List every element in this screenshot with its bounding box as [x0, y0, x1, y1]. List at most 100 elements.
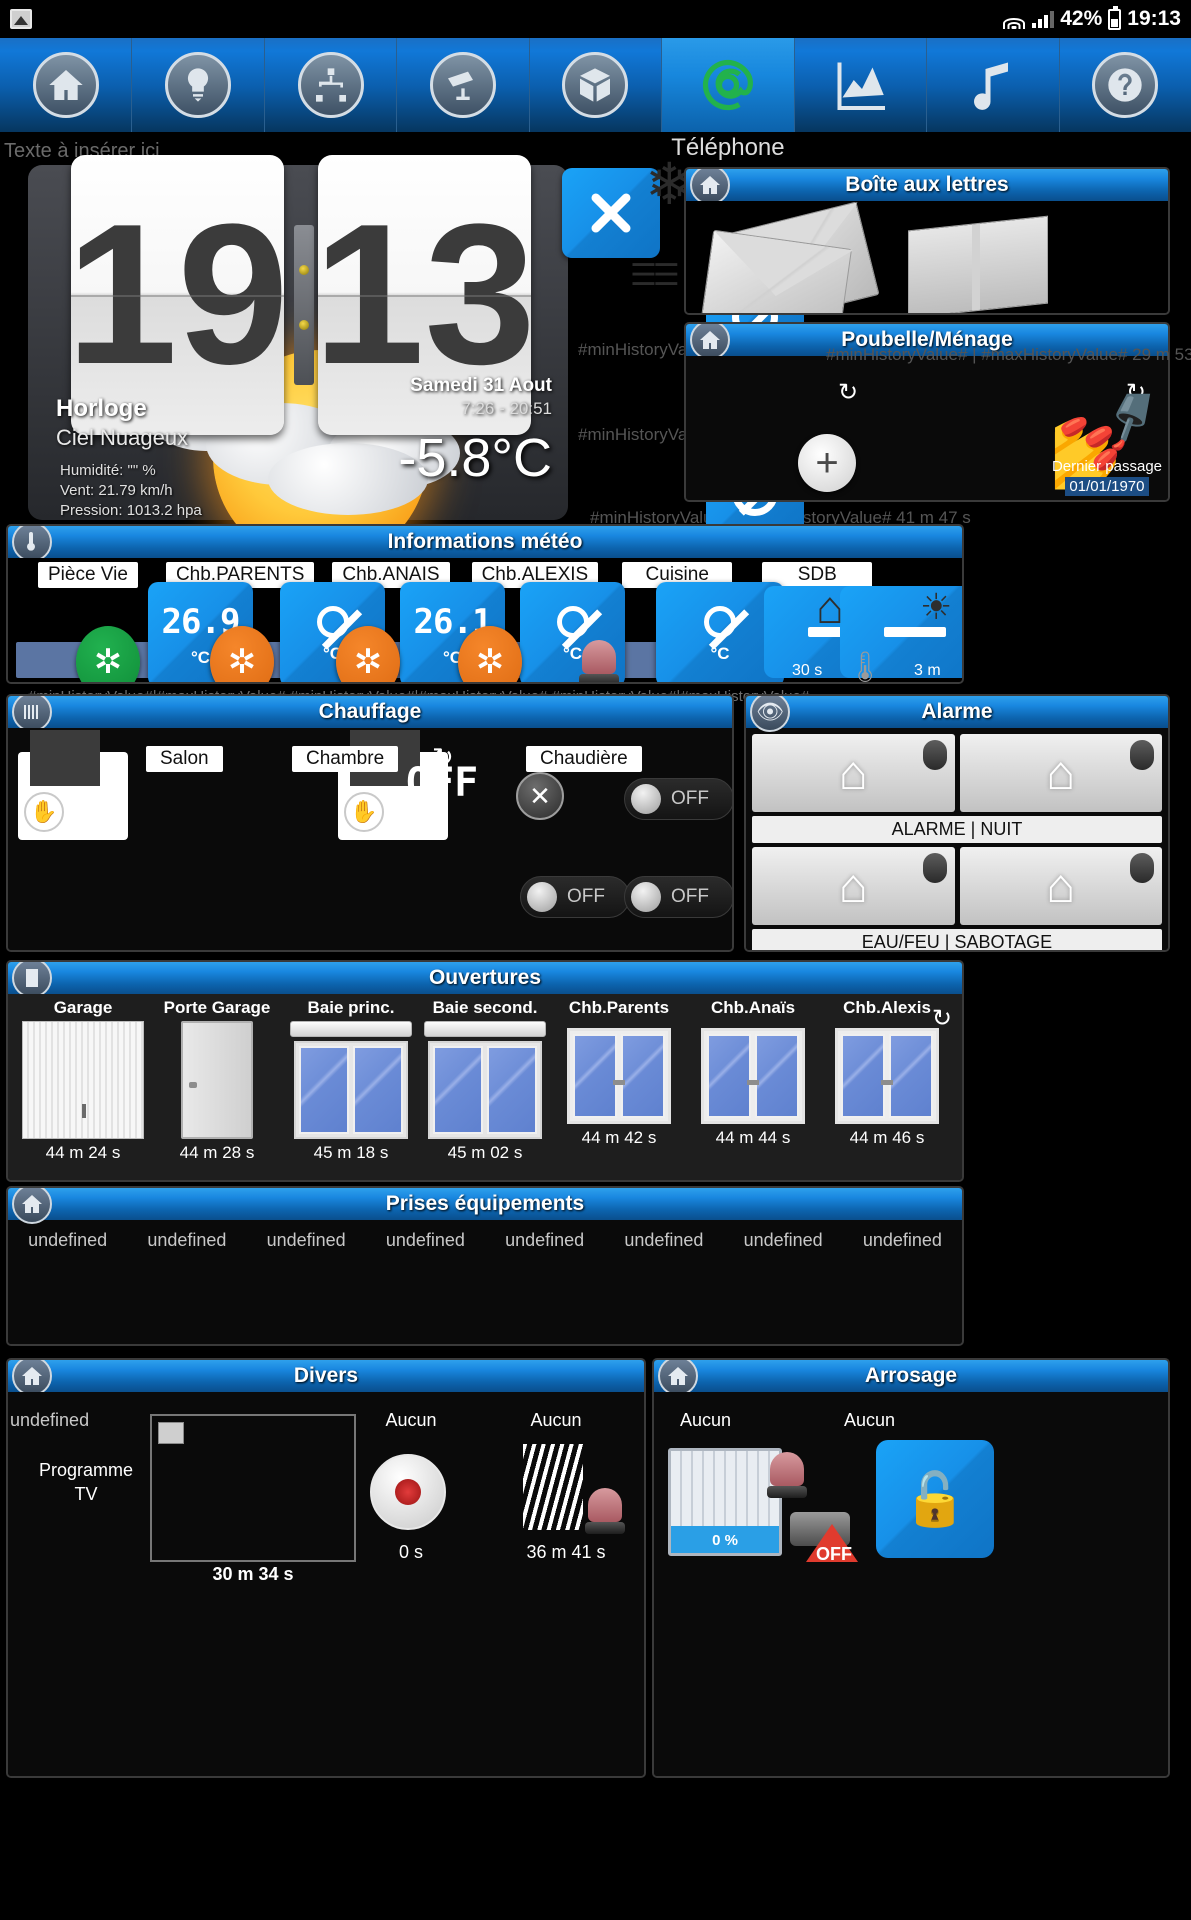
arrosage-panel[interactable]: Arrosage Aucun Aucun 0 % OFF 🔓 — [652, 1358, 1170, 1778]
programme-line-2: TV — [74, 1484, 98, 1504]
eye-icon[interactable]: 👁 — [750, 696, 790, 732]
smoke-time: 0 s — [398, 1542, 423, 1562]
tv-time: 30 m 34 s — [212, 1564, 294, 1584]
arrosage-title: Arrosage — [864, 1364, 958, 1387]
smoke-label: Aucun — [385, 1410, 437, 1430]
ouverture-time: 44 m 44 s — [715, 1128, 791, 1147]
valve-state: OFF — [816, 1544, 852, 1564]
refresh-icon[interactable]: ↻ — [838, 378, 858, 407]
weather-date: Samedi 31 Aout — [410, 375, 552, 396]
fan-icon-green[interactable]: ✲ — [76, 626, 140, 682]
home-icon[interactable] — [12, 1188, 52, 1224]
clock-weather-widget[interactable]: 19 13 Horloge Ciel Nuageux Humidité: "" … — [28, 155, 568, 565]
ouverture-item[interactable]: Chb.Parents 44 m 42 s — [558, 998, 680, 1148]
nav-item-camera[interactable] — [397, 38, 530, 132]
thermometer-icon[interactable] — [12, 526, 52, 562]
weather-sun-hours: 7:26 - 20:51 — [461, 399, 552, 418]
house-alarm-icon: ⌂ — [1046, 859, 1076, 913]
divers-panel[interactable]: Divers undefined Programme TV 30 m 34 s … — [6, 1358, 646, 1778]
home-icon[interactable] — [658, 1360, 698, 1396]
home-icon[interactable] — [690, 169, 730, 205]
last-pass-label: Dernier passage — [1051, 458, 1162, 475]
alarme-panel[interactable]: 👁 Alarme ⌂ ⌂ ALARME | NUIT ⌂ ⌂ EAU/FEU |… — [744, 694, 1170, 952]
fan-icon-orange[interactable]: ✲ — [336, 626, 400, 682]
nav-item-network[interactable] — [265, 38, 398, 132]
radiator-zone-salon[interactable]: ✋ — [18, 730, 128, 840]
hand-icon[interactable]: ✋ — [24, 792, 64, 832]
nav-item-telephone[interactable]: Téléphone — [662, 38, 795, 161]
alarm-cell[interactable]: ⌂ — [959, 734, 1162, 812]
no-entry-icon — [704, 605, 736, 638]
meteo-panel[interactable]: Informations météo Pièce Vie Chb.PARENTS… — [6, 524, 964, 684]
add-button[interactable]: + — [798, 434, 856, 492]
help-icon — [1092, 52, 1159, 118]
arrosage-left-label: Aucun — [680, 1410, 732, 1430]
ouverture-name: Chb.Alexis — [843, 998, 931, 1017]
nav-item-home[interactable] — [0, 38, 133, 132]
ouverture-time: 44 m 28 s — [179, 1143, 255, 1162]
nav-item-charts[interactable] — [795, 38, 928, 132]
weather-right-text: Samedi 31 Aout 7:26 - 20:51 -5.8°C — [398, 375, 552, 489]
fan-icon-orange[interactable]: ✲ — [210, 626, 274, 682]
home-icon[interactable] — [12, 1360, 52, 1396]
wifi-icon — [1002, 9, 1026, 29]
prises-panel[interactable]: Prises équipements undefined undefined u… — [6, 1186, 964, 1346]
home-icon[interactable] — [690, 324, 730, 360]
close-circle-icon[interactable]: ✕ — [516, 772, 564, 820]
gallery-icon — [10, 9, 32, 29]
room-label: Pièce Vie — [38, 562, 138, 588]
alarm-cell[interactable]: ⌂ — [752, 847, 955, 925]
ouverture-item[interactable]: Chb.Alexis 44 m 46 s — [826, 998, 948, 1148]
home-icon — [32, 52, 99, 118]
ouverture-name: Chb.Anaïs — [710, 998, 796, 1017]
valve-icon[interactable]: OFF — [780, 1502, 866, 1564]
divers-header: Divers — [8, 1360, 644, 1396]
ouvertures-panel[interactable]: Ouvertures ↻ Garage 44 m 24 s Porte Gara… — [6, 960, 964, 1182]
tv-preview[interactable] — [150, 1414, 356, 1562]
unlock-tile[interactable]: 🔓 — [876, 1440, 994, 1558]
grass-icon: ☰☰ — [630, 259, 680, 292]
house-icon: ⌂ — [816, 581, 844, 633]
refresh-icon[interactable]: ↻ — [432, 742, 454, 773]
divers-body: undefined Programme TV 30 m 34 s Aucun 0… — [8, 1392, 644, 1776]
house-alarm-icon: ⌂ — [838, 746, 868, 800]
boiler-toggle-3[interactable]: OFF — [624, 876, 732, 918]
alarm-cell[interactable]: ⌂ — [752, 734, 955, 812]
nav-item-lighting[interactable] — [132, 38, 265, 132]
alarm-cell[interactable]: ⌂ — [959, 847, 1162, 925]
alarm-strip-top[interactable]: ALARME | NUIT — [752, 816, 1162, 843]
boiler-toggle-1[interactable]: OFF — [624, 778, 732, 820]
ouverture-item[interactable]: Baie princ. 45 m 18 s — [290, 998, 412, 1163]
ouvertures-body: ↻ Garage 44 m 24 s Porte Garage 44 m 28 … — [8, 994, 962, 1180]
mailbox-panel[interactable]: Boîte aux lettres — [684, 167, 1170, 315]
chauffage-panel[interactable]: Chauffage ✋ Salon ✋ Chambre OFF ↻ Chaudi… — [6, 694, 734, 952]
boiler-toggle-2[interactable]: OFF — [520, 876, 630, 918]
prise-label: undefined — [743, 1230, 823, 1250]
hand-icon[interactable]: ✋ — [344, 792, 384, 832]
ouverture-item[interactable]: Porte Garage 44 m 28 s — [156, 998, 278, 1163]
ouverture-item[interactable]: Garage 44 m 24 s — [22, 998, 144, 1163]
alarm-strip-bottom[interactable]: EAU/FEU | SABOTAGE — [752, 929, 1162, 950]
ouverture-time: 44 m 46 s — [849, 1128, 925, 1147]
last-pass-block: Dernier passage 01/01/1970 — [1052, 458, 1162, 496]
door-icon[interactable] — [12, 962, 52, 998]
prise-label: undefined — [862, 1230, 942, 1250]
nav-item-help[interactable] — [1060, 38, 1191, 132]
top-navigation-bar[interactable]: Téléphone — [0, 38, 1191, 161]
house-alarm-icon: ⌂ — [1046, 746, 1076, 800]
prises-row: undefined undefined undefined undefined … — [8, 1220, 962, 1251]
smoke-detector-icon[interactable] — [370, 1454, 446, 1530]
bar-glyph — [884, 627, 946, 637]
nav-item-package[interactable] — [530, 38, 663, 132]
fan-icon-orange[interactable]: ✲ — [458, 626, 522, 682]
ouverture-item[interactable]: Baie second. 45 m 02 s — [424, 998, 546, 1163]
alarme-body: ⌂ ⌂ ALARME | NUIT ⌂ ⌂ EAU/FEU | SABOTAGE — [746, 728, 1168, 950]
ouverture-item[interactable]: Chb.Anaïs 44 m 44 s — [692, 998, 814, 1148]
ouverture-name: Porte Garage — [163, 998, 271, 1017]
nav-item-music[interactable] — [927, 38, 1060, 132]
ouvertures-items: Garage 44 m 24 s Porte Garage 44 m 28 s … — [8, 994, 962, 1163]
prises-header: Prises équipements — [8, 1188, 962, 1224]
water-tank-icon[interactable]: 0 % — [668, 1448, 782, 1556]
radiator-icon[interactable] — [12, 696, 52, 732]
ouverture-time: 44 m 42 s — [581, 1128, 657, 1147]
